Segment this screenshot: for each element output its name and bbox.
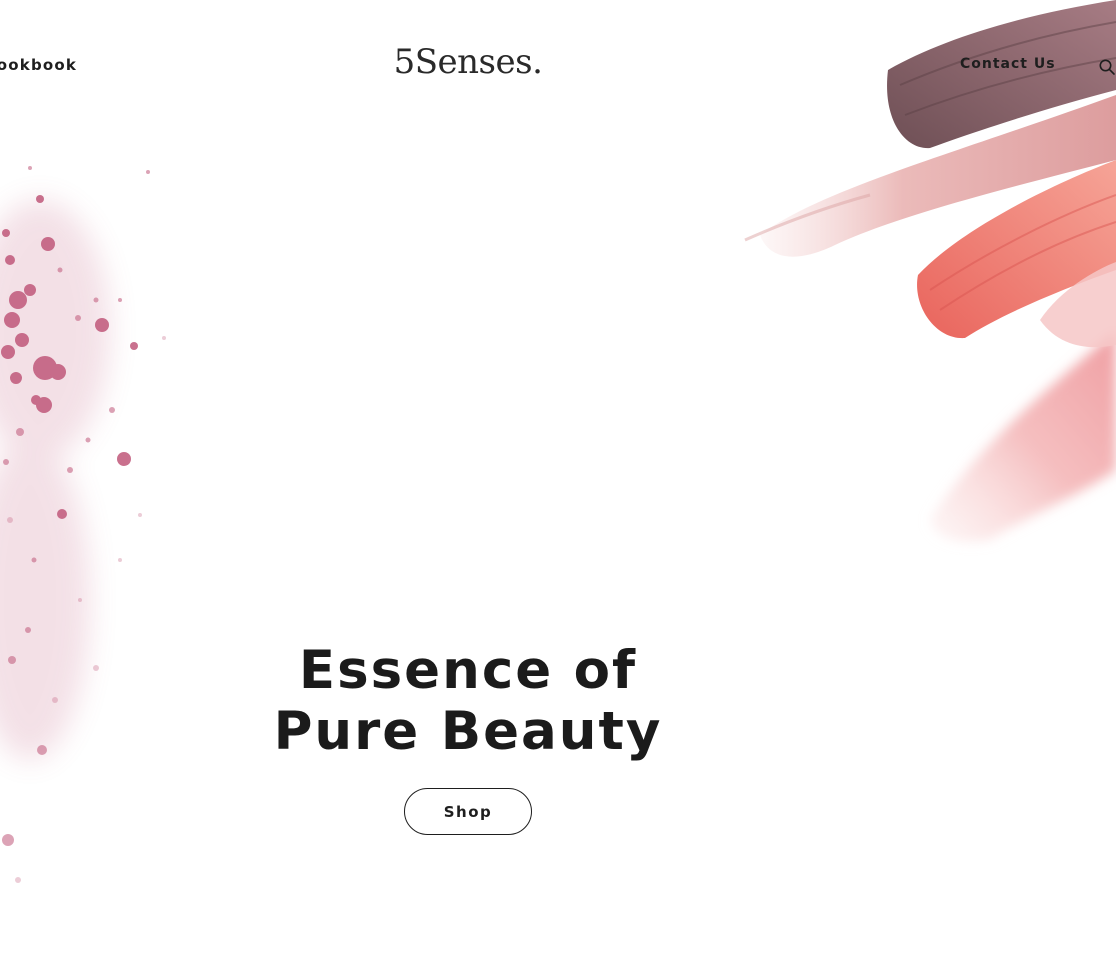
hero-title-line-2: Pure Beauty [273,701,663,762]
powder-splatter [0,166,166,883]
nav-link-contact-us[interactable]: Contact Us [960,56,1056,72]
search-icon[interactable] [1098,58,1116,76]
shop-button[interactable]: Shop [404,788,532,835]
site-logo[interactable]: 5Senses. [0,42,936,82]
makeup-artwork [0,0,1116,883]
hero-title-line-1: Essence of [298,640,638,701]
hero-title: Essence of Pure Beauty [0,640,936,762]
